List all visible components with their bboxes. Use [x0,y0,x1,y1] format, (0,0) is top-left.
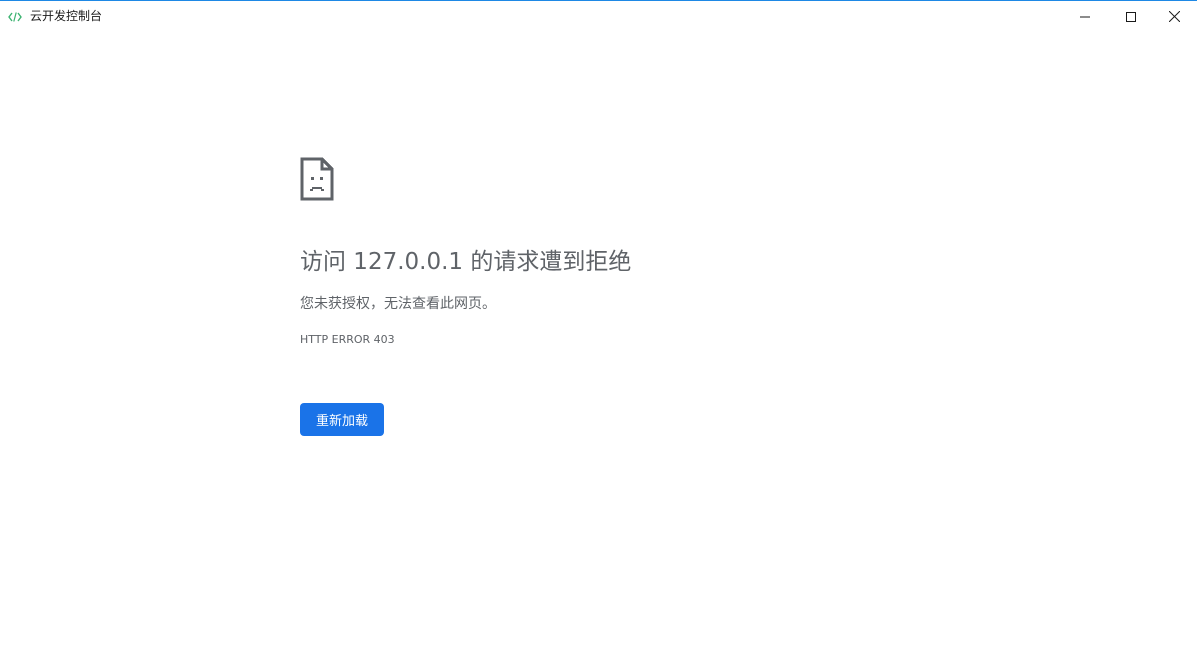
maximize-icon [1126,7,1136,26]
code-brackets-icon [8,9,22,23]
close-icon [1168,7,1180,26]
maximize-button[interactable] [1108,1,1154,31]
title-bar[interactable]: 云开发控制台 [0,1,1197,32]
minimize-button[interactable] [1062,1,1108,31]
error-heading: 访问 127.0.0.1 的请求遭到拒绝 [300,249,632,275]
close-button[interactable] [1151,1,1197,31]
error-description: 您未获授权，无法查看此网页。 [300,296,496,312]
minimize-icon [1080,7,1090,26]
sad-document-icon [300,157,334,201]
error-code: HTTP ERROR 403 [300,333,395,346]
app-window: 云开发控制台 访问 127.0.0.1 的请求遭到拒绝 您未获授权，无法查看此网… [0,0,1197,655]
reload-button[interactable]: 重新加载 [300,403,384,436]
window-title: 云开发控制台 [30,9,103,23]
